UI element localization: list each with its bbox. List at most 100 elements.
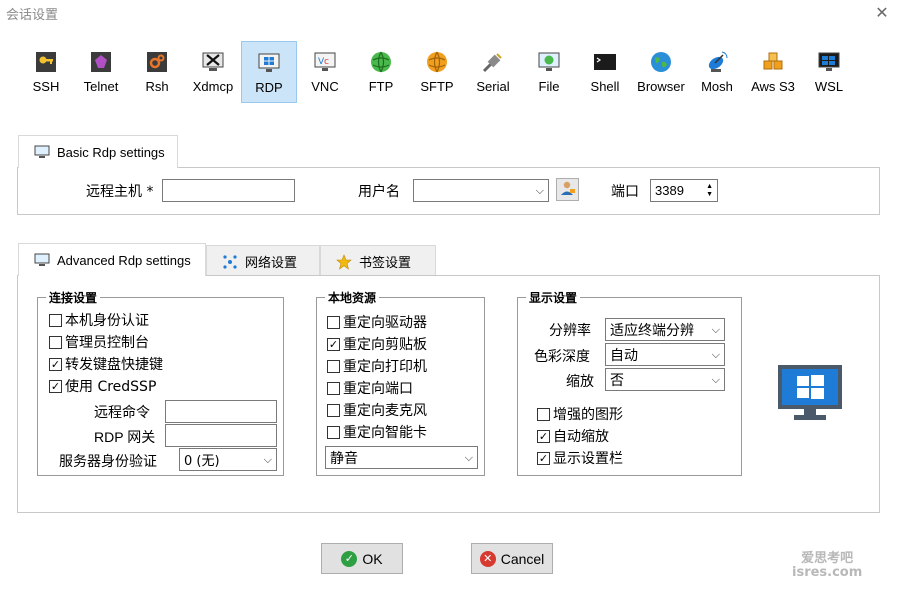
tool-label: FTP [368,79,394,94]
cancel-button[interactable]: ✕ Cancel [471,543,553,574]
tab-label: 网络设置 [245,255,298,270]
checkbox-auto-scale[interactable]: ✓ 自动缩放 [537,425,609,447]
checkbox-label: 重定向麦克风 [343,403,427,419]
satellite-icon [704,49,730,75]
tool-shell[interactable]: Shell [577,41,633,103]
terminal-icon [592,49,618,75]
tool-wsl[interactable]: WSL [801,41,857,103]
chevron-down-icon: ⌵ [711,372,720,386]
user-picker-button[interactable] [556,178,579,201]
tool-label: SFTP [420,79,454,94]
tab-label: Basic Rdp settings [57,144,165,160]
chevron-down-icon: ⌵ [535,183,544,197]
checkbox-label: 重定向剪贴板 [343,337,427,353]
rdp-gateway-label: RDP 网关 [94,429,156,445]
close-icon[interactable]: ✕ [873,3,891,22]
username-label: 用户名 [358,184,400,200]
tab-bookmark-settings[interactable]: 书签设置 [320,245,436,277]
username-select[interactable]: ⌵ [413,179,549,202]
key-icon [33,49,59,75]
color-depth-select[interactable]: 自动 ⌵ [605,343,725,366]
tool-aws-s3[interactable]: Aws S3 [745,41,801,103]
checkbox-box [49,313,62,327]
tool-sftp[interactable]: SFTP [409,41,465,103]
watermark-line: isres.com [792,565,863,580]
tool-label: Serial [476,79,510,94]
color-depth-label: 色彩深度 [534,349,590,365]
tool-label: Rsh [145,79,169,94]
windows-monitor-icon [256,50,282,76]
group-title: 连接设置 [46,289,101,306]
scale-value: 否 [610,372,624,389]
wsl-icon [816,49,842,75]
port-value: 3389 [655,183,684,198]
tool-telnet[interactable]: Telnet [73,41,129,103]
monitor-icon [33,144,51,160]
monitor-icon [33,252,51,268]
audio-select[interactable]: 静音 ⌵ [325,446,478,469]
checkbox-label: 显示设置栏 [553,451,623,467]
tool-label: Xdmcp [192,79,234,94]
group-title: 本地资源 [325,289,380,306]
tool-mosh[interactable]: Mosh [689,41,745,103]
checkbox-label: 管理员控制台 [65,335,149,351]
remote-host-input[interactable] [162,179,295,202]
tool-label: Telnet [83,79,119,94]
file-monitor-icon [536,49,562,75]
checkbox-admin-console[interactable]: 管理员控制台 [49,331,149,353]
checkbox-redirect-printers[interactable]: 重定向打印机 [327,355,427,377]
checkmark-icon: ✓ [327,337,340,351]
checkmark-icon: ✓ [537,429,550,443]
checkmark-icon: ✓ [49,357,62,371]
port-label: 端口 [611,184,639,200]
ok-button[interactable]: ✓ OK [321,543,403,574]
checkbox-redirect-smartcard[interactable]: 重定向智能卡 [327,421,427,443]
checkbox-redirect-clipboard[interactable]: ✓ 重定向剪贴板 [327,333,427,355]
checkbox-redirect-ports[interactable]: 重定向端口 [327,377,413,399]
tab-label: 书签设置 [359,255,412,270]
tool-serial[interactable]: Serial [465,41,521,103]
tool-label: File [538,79,560,94]
tab-label: Advanced Rdp settings [57,252,191,268]
spinner-arrows-icon[interactable]: ▲ ▼ [706,183,713,199]
tool-xdmcp[interactable]: Xdmcp [185,41,241,103]
checkbox-forward-shortcuts[interactable]: ✓ 转发键盘快捷键 [49,353,163,375]
ftp-globe-icon [368,49,394,75]
checkbox-label: 重定向打印机 [343,359,427,375]
sftp-globe-icon [424,49,450,75]
tab-basic-rdp-settings[interactable]: Basic Rdp settings [18,135,178,168]
chevron-down-icon: ⌵ [263,452,272,466]
tool-browser[interactable]: Browser [633,41,689,103]
chevron-down-icon: ⌵ [711,322,720,336]
telnet-icon [88,49,114,75]
tool-label: Mosh [701,79,733,94]
remote-command-label: 远程命令 [94,405,150,421]
checkbox-show-settings-bar[interactable]: ✓ 显示设置栏 [537,447,623,469]
scale-select[interactable]: 否 ⌵ [605,368,725,391]
tool-rsh[interactable]: Rsh [129,41,185,103]
tool-file[interactable]: File [521,41,577,103]
scale-label: 缩放 [566,374,594,390]
server-auth-value: 0 (无) [184,454,220,469]
server-auth-select[interactable]: 0 (无) ⌵ [179,448,277,471]
tab-advanced-rdp-settings[interactable]: Advanced Rdp settings [18,243,206,276]
tool-vnc[interactable]: Vc VNC [297,41,353,103]
checkbox-label: 使用 CredSSP [65,379,157,395]
port-spinner[interactable]: 3389 ▲ ▼ [650,179,718,202]
checkbox-redirect-drives[interactable]: 重定向驱动器 [327,311,427,333]
checkbox-label: 重定向智能卡 [343,425,427,441]
checkbox-label: 增强的图形 [553,407,623,423]
watermark: 爱思考吧 isres.com [792,552,862,580]
tool-rdp[interactable]: RDP [241,41,297,103]
tab-network-settings[interactable]: 网络设置 [206,245,320,277]
tool-ftp[interactable]: FTP [353,41,409,103]
tool-ssh[interactable]: SSH [18,41,74,103]
rdp-gateway-input[interactable] [165,424,277,447]
checkbox-enhanced-graphics[interactable]: 增强的图形 [537,403,623,425]
windows-monitor-icon [777,364,843,426]
resolution-select[interactable]: 适应终端分辨 ⌵ [605,318,725,341]
checkbox-local-auth[interactable]: 本机身份认证 [49,309,149,331]
checkbox-use-credssp[interactable]: ✓ 使用 CredSSP [49,375,156,397]
remote-command-input[interactable] [165,400,277,423]
checkbox-redirect-microphone[interactable]: 重定向麦克风 [327,399,427,421]
